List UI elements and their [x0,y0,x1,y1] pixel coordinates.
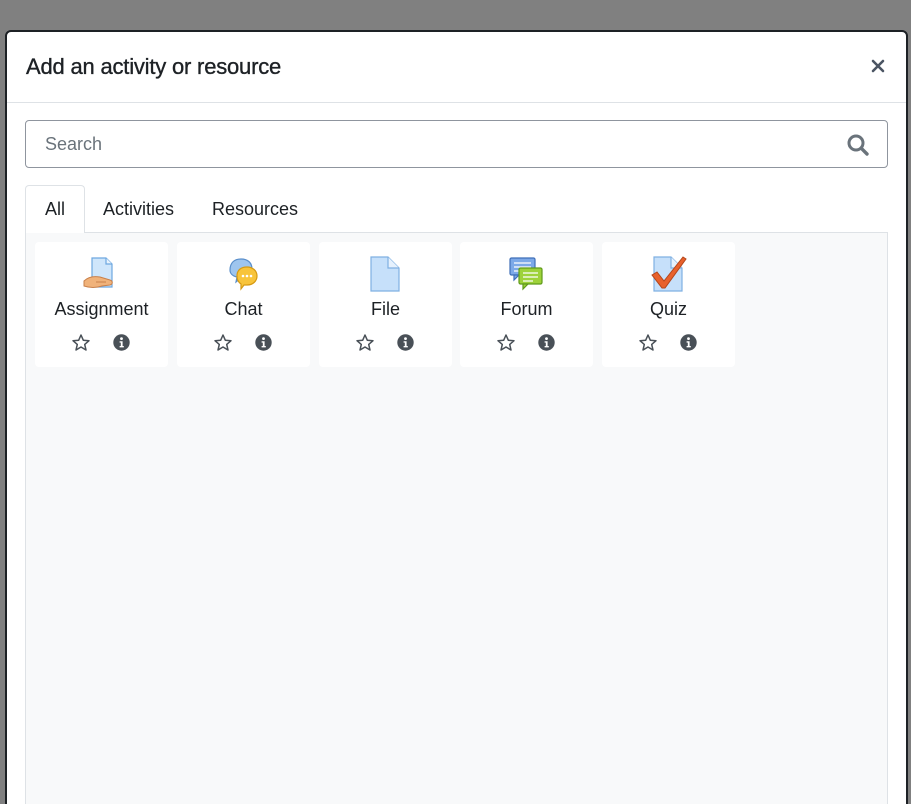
star-icon[interactable] [496,333,516,353]
file-icon [370,256,400,292]
module-grid: Assignment Chat File Forum Quiz [25,233,888,804]
search-icon[interactable] [846,133,870,157]
module-card-chat[interactable]: Chat [177,242,310,367]
tab-activities[interactable]: Activities [83,185,194,233]
tab-all[interactable]: All [25,185,86,234]
tab-resources[interactable]: Resources [192,185,318,233]
module-card-assignment[interactable]: Assignment [35,242,168,367]
search-input[interactable] [26,121,887,167]
module-card-forum[interactable]: Forum [460,242,593,367]
info-icon[interactable] [680,334,697,351]
star-icon[interactable] [71,333,91,353]
chat-icon [229,258,258,291]
module-name: Assignment [54,299,149,319]
star-icon[interactable] [213,333,233,353]
close-icon [871,59,885,73]
module-card-quiz[interactable]: Quiz [602,242,735,367]
star-icon[interactable] [638,333,658,353]
star-icon[interactable] [355,333,375,353]
dialog-header: Add an activity or resource [7,32,906,103]
module-name: Chat [224,299,263,319]
info-icon[interactable] [397,334,414,351]
tab-list: All Activities Resources [25,185,888,234]
dialog-title: Add an activity or resource [26,54,282,79]
close-button[interactable] [866,54,890,78]
forum-icon [509,257,543,291]
module-card-file[interactable]: File [319,242,452,367]
quiz-icon [651,256,687,292]
module-name: File [370,299,400,319]
module-name: Quiz [649,299,687,319]
add-activity-dialog: Add an activity or resource All Activiti… [5,30,908,804]
info-icon[interactable] [255,334,272,351]
info-icon[interactable] [538,334,555,351]
info-icon[interactable] [113,334,130,351]
module-name: Forum [500,299,553,319]
search-box [25,120,888,168]
assignment-icon [83,257,113,288]
